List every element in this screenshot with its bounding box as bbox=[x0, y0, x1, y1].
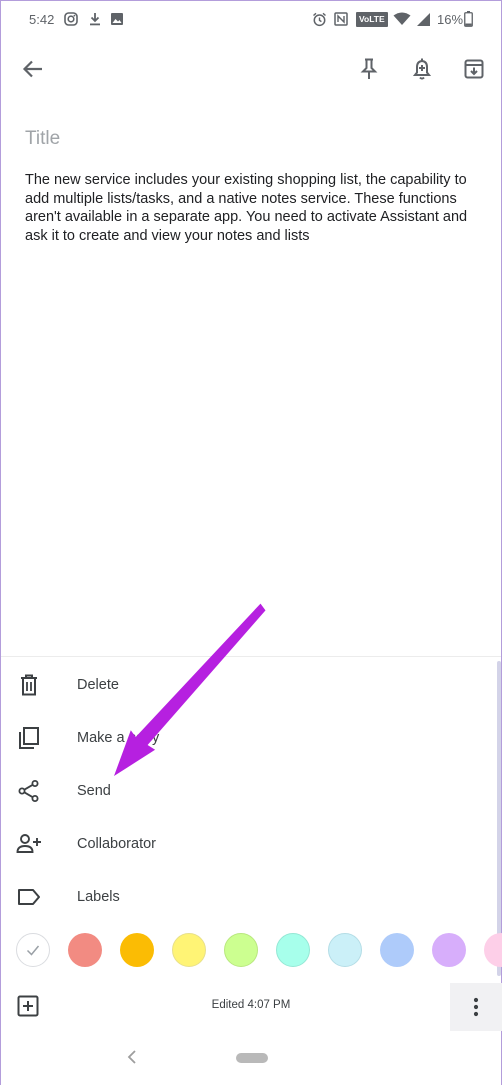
alarm-icon bbox=[311, 11, 327, 27]
chevron-left-icon bbox=[127, 1050, 136, 1064]
label-icon bbox=[16, 884, 42, 910]
back-button[interactable] bbox=[17, 53, 49, 85]
trash-icon bbox=[16, 672, 42, 698]
color-swatch-dark-blue[interactable] bbox=[380, 933, 414, 967]
person-add-icon bbox=[16, 831, 42, 857]
menu-label-make-copy: Make a copy bbox=[77, 730, 160, 746]
menu-item-collaborator[interactable]: Collaborator bbox=[1, 818, 497, 870]
download-icon bbox=[87, 11, 103, 27]
system-nav-bar bbox=[1, 1041, 501, 1086]
note-body-text[interactable]: The new service includes your existing s… bbox=[25, 171, 485, 245]
color-swatch-orange[interactable] bbox=[120, 933, 154, 967]
sheet-scrollbar[interactable] bbox=[497, 661, 501, 976]
status-bar: 5:42 VoLTE 16% bbox=[1, 1, 501, 39]
archive-button[interactable] bbox=[458, 53, 490, 85]
battery-percent: 16% bbox=[437, 12, 464, 27]
color-swatch-green[interactable] bbox=[224, 933, 258, 967]
archive-icon bbox=[464, 59, 484, 79]
menu-label-send: Send bbox=[77, 783, 111, 799]
cell-signal-icon bbox=[415, 11, 431, 27]
pin-button[interactable] bbox=[353, 53, 385, 85]
color-swatch-default[interactable] bbox=[16, 933, 50, 967]
edited-timestamp: Edited 4:07 PM bbox=[211, 999, 291, 1011]
check-icon bbox=[26, 945, 40, 956]
menu-label-delete: Delete bbox=[77, 677, 119, 693]
battery-icon bbox=[463, 11, 473, 27]
copy-icon bbox=[16, 725, 42, 751]
color-swatch-blue[interactable] bbox=[328, 933, 362, 967]
color-swatch-purple[interactable] bbox=[432, 933, 466, 967]
pin-icon bbox=[360, 58, 378, 79]
reminder-button[interactable] bbox=[406, 53, 438, 85]
menu-label-collaborator: Collaborator bbox=[77, 836, 156, 852]
more-options-button[interactable] bbox=[450, 983, 502, 1031]
menu-item-delete[interactable]: Delete bbox=[1, 659, 497, 711]
color-swatch-red[interactable] bbox=[68, 933, 102, 967]
menu-item-send[interactable]: Send bbox=[1, 765, 497, 817]
volte-badge: VoLTE bbox=[356, 12, 388, 27]
color-swatch-teal[interactable] bbox=[276, 933, 310, 967]
menu-label-labels: Labels bbox=[77, 889, 120, 905]
menu-item-make-copy[interactable]: Make a copy bbox=[1, 712, 497, 764]
instagram-icon bbox=[63, 11, 79, 27]
more-vert-icon bbox=[473, 997, 479, 1017]
menu-item-labels[interactable]: Labels bbox=[1, 871, 497, 923]
note-title-input[interactable]: Title bbox=[25, 128, 60, 150]
nfc-icon bbox=[333, 11, 349, 27]
wifi-icon bbox=[393, 11, 411, 27]
color-swatch-yellow[interactable] bbox=[172, 933, 206, 967]
status-time: 5:42 bbox=[29, 12, 55, 27]
arrow-back-icon bbox=[22, 60, 42, 78]
nav-home-pill[interactable] bbox=[236, 1053, 268, 1063]
reminder-bell-icon bbox=[412, 58, 432, 80]
image-icon bbox=[109, 11, 125, 27]
share-icon bbox=[16, 778, 42, 804]
nav-back-button[interactable] bbox=[125, 1048, 139, 1071]
